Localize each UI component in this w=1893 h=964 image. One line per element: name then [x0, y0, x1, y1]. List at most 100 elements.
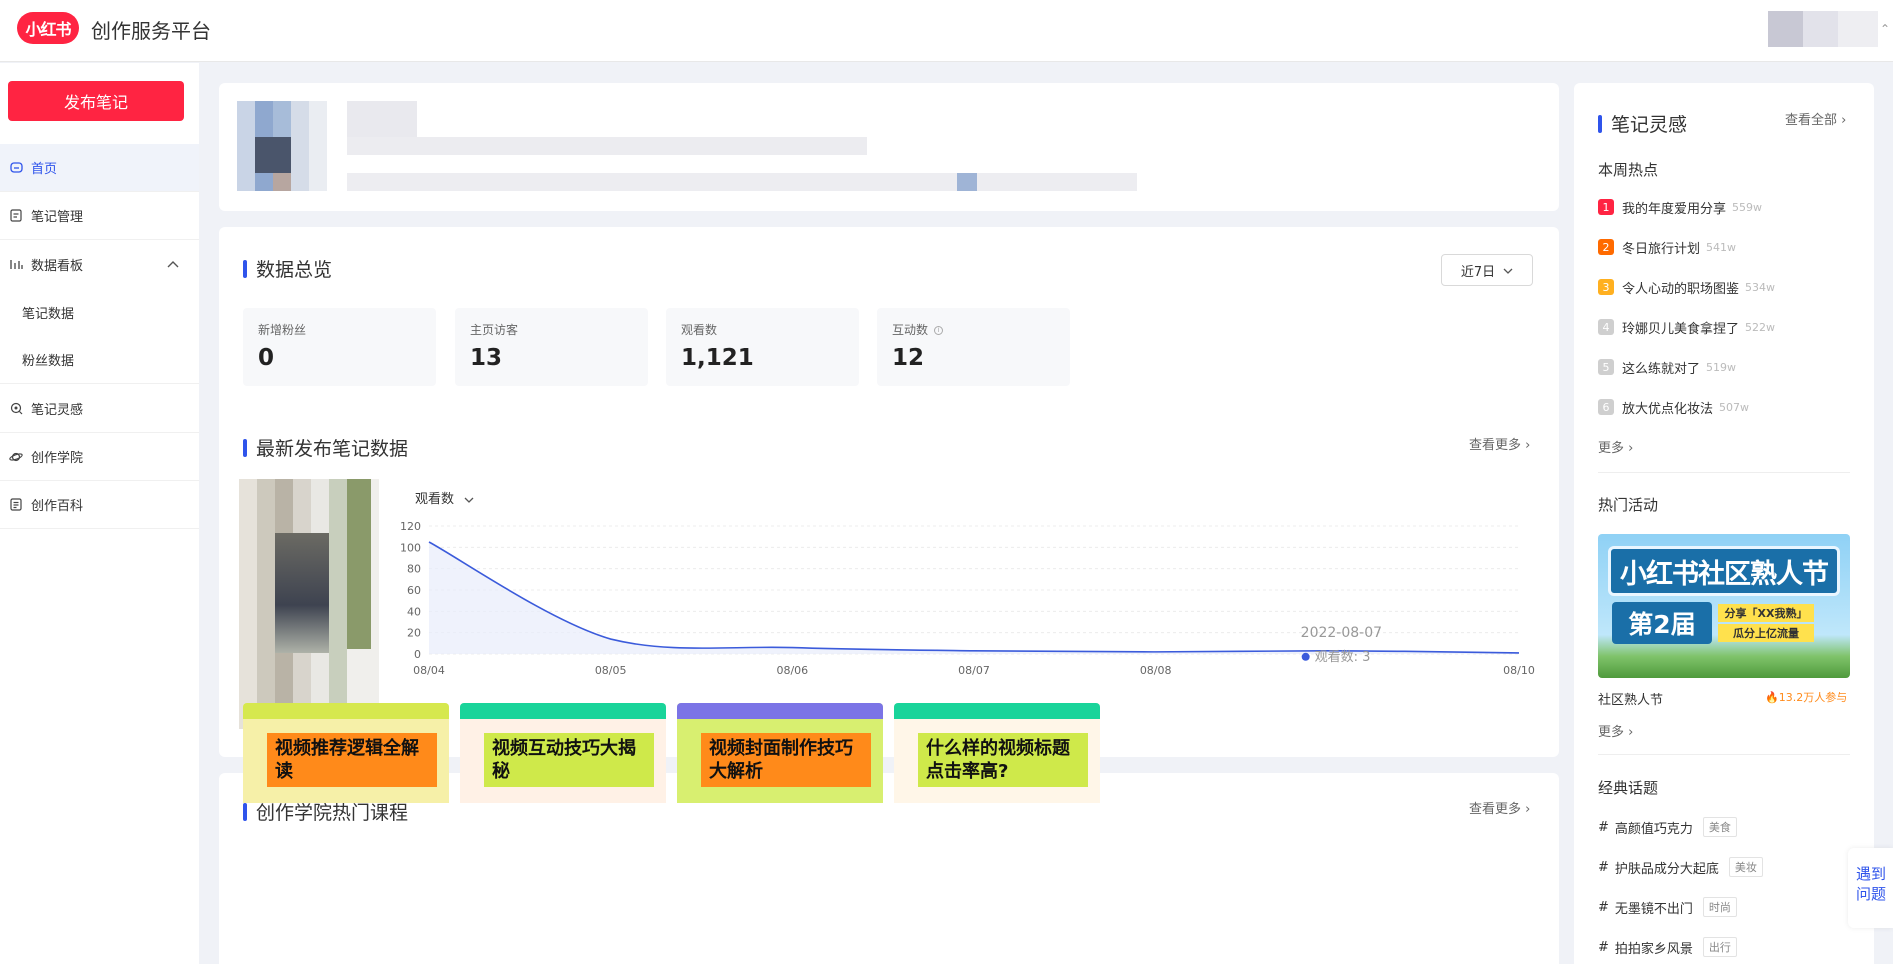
data-overview-card: 数据总览 近7日 新增粉丝 0 主页访客 13 观看数 1,121 互动数 i … — [219, 227, 1559, 757]
hot-topic-item[interactable]: 5 这么练就对了 519w — [1598, 357, 1736, 377]
sidebar-item-label: 笔记管理 — [31, 210, 84, 225]
stat-new-fans: 新增粉丝 0 — [243, 308, 436, 386]
classic-topic-item[interactable]: # 拍拍家乡风景 出行 — [1598, 937, 1737, 957]
view-all-text: 查看全部 — [1785, 113, 1838, 128]
chevron-down-icon — [1503, 263, 1513, 278]
academy-more-link[interactable]: 查看更多 › — [1469, 798, 1530, 817]
latest-note-title: 最新发布笔记数据 — [243, 434, 408, 461]
hot-topic-text: 这么练就对了 — [1622, 361, 1701, 377]
rank-badge: 1 — [1598, 199, 1614, 215]
course-title: 视频推荐逻辑全解读 — [267, 733, 437, 787]
activity-banner-badge: 瓜分上亿流量 — [1718, 624, 1814, 642]
topic-text: 护肤品成分大起底 — [1614, 861, 1719, 877]
y-tick-label: 40 — [407, 605, 421, 618]
chevron-up-icon[interactable] — [167, 257, 179, 271]
stat-interactions: 互动数 i 12 — [877, 308, 1070, 386]
course-stripe — [677, 703, 883, 719]
idea-icon — [9, 402, 23, 416]
latest-note-more-link[interactable]: 查看更多 › — [1469, 434, 1530, 453]
more-link-text: 查看更多 — [1469, 802, 1522, 817]
help-float-button[interactable]: 遇到问题 — [1848, 848, 1893, 928]
book-icon — [9, 498, 23, 512]
sidebar-item-label: 笔记数据 — [22, 306, 75, 322]
sidebar-item-home[interactable]: 首页 — [0, 144, 199, 192]
profile-name — [347, 101, 417, 137]
hot-topic-text: 冬日旅行计划 — [1622, 241, 1701, 257]
sidebar-item-label: 粉丝数据 — [22, 354, 75, 369]
inspiration-title-text: 笔记灵感 — [1611, 114, 1688, 136]
sidebar-item-fan-data[interactable]: 粉丝数据 — [0, 336, 199, 384]
classic-topic-item[interactable]: # 护肤品成分大起底 美妆 — [1598, 857, 1763, 877]
sidebar-item-inspiration[interactable]: 笔记灵感 — [0, 385, 199, 433]
y-tick-label: 80 — [407, 563, 421, 576]
topic-tag: 美妆 — [1728, 857, 1763, 877]
sidebar-item-dashboard[interactable]: 数据看板 — [0, 240, 199, 288]
hot-topic-text: 放大优点化妆法 — [1622, 401, 1714, 417]
hot-topic-item[interactable]: 2 冬日旅行计划 541w — [1598, 237, 1736, 257]
publish-note-button[interactable]: 发布笔记 — [8, 81, 184, 121]
bar-chart-icon — [9, 257, 23, 271]
x-tick-label: 08/05 — [595, 664, 627, 677]
profile-bio-link — [957, 173, 977, 191]
profile-avatar-overlay — [255, 137, 291, 173]
hot-topic-text: 玲娜贝儿美食拿捏了 — [1622, 321, 1740, 337]
sidebar-item-label: 创作学院 — [31, 451, 84, 466]
y-tick-label: 120 — [400, 520, 421, 533]
course-card[interactable]: 视频互动技巧大揭秘 — [460, 703, 666, 803]
chevron-down-icon — [464, 492, 474, 507]
sidebar-item-label: 首页 — [31, 162, 58, 177]
hot-topics-more-link[interactable]: 更多 › — [1598, 437, 1633, 456]
activity-more-link[interactable]: 更多 › — [1598, 721, 1633, 740]
rank-badge: 3 — [1598, 279, 1614, 295]
sidebar-item-wiki[interactable]: 创作百科 — [0, 481, 199, 529]
more-link-text: 更多 — [1598, 725, 1625, 740]
activity-name[interactable]: 社区熟人节 — [1598, 689, 1663, 708]
chevron-down-icon[interactable]: ⌃ — [1880, 22, 1890, 36]
inspiration-view-all-link[interactable]: 查看全部 › — [1785, 109, 1846, 128]
activity-banner-badge: 分享「XX我熟」 — [1718, 604, 1814, 622]
hot-topic-item[interactable]: 4 玲娜贝儿美食拿捏了 522w — [1598, 317, 1775, 337]
hot-topic-item[interactable]: 3 令人心动的职场图鉴 534w — [1598, 277, 1775, 297]
note-thumbnail-figure — [275, 533, 329, 653]
hashtag-icon: # — [1598, 819, 1609, 835]
course-stripe — [460, 703, 666, 719]
metric-select[interactable]: 观看数 — [415, 488, 474, 507]
x-tick-label: 08/06 — [776, 664, 808, 677]
more-link-text: 查看更多 — [1469, 438, 1522, 453]
course-stripe — [243, 703, 449, 719]
hot-topic-item[interactable]: 1 我的年度爱用分享 559w — [1598, 197, 1762, 217]
course-stripe — [894, 703, 1100, 719]
hashtag-icon: # — [1598, 859, 1609, 875]
activity-banner-title: 小红书社区熟人节 — [1608, 546, 1840, 596]
hot-topic-item[interactable]: 6 放大优点化妆法 507w — [1598, 397, 1749, 417]
rank-badge: 5 — [1598, 359, 1614, 375]
stat-label-text: 互动数 — [892, 323, 929, 337]
sidebar-item-notes[interactable]: 笔记管理 — [0, 192, 199, 240]
x-tick-label: 08/04 — [413, 664, 445, 677]
hashtag-icon: # — [1598, 939, 1609, 955]
topic-tag: 美食 — [1702, 817, 1737, 837]
brand-logo[interactable]: 小红书 — [17, 12, 79, 44]
profile-card — [219, 83, 1559, 211]
date-range-value: 近7日 — [1460, 264, 1496, 280]
sidebar-item-academy[interactable]: 创作学院 — [0, 433, 199, 481]
course-card[interactable]: 视频封面制作技巧大解析 — [677, 703, 883, 803]
date-range-select[interactable]: 近7日 — [1441, 254, 1533, 286]
info-icon[interactable]: i — [933, 326, 943, 335]
topic-text: 拍拍家乡风景 — [1614, 941, 1693, 957]
sidebar-item-note-data[interactable]: 笔记数据 — [0, 288, 199, 336]
classic-topic-item[interactable]: # 无墨镜不出门 时尚 — [1598, 897, 1737, 917]
planet-icon — [9, 450, 23, 464]
more-link-text: 更多 — [1598, 441, 1625, 456]
classic-topic-item[interactable]: # 高颜值巧克力 美食 — [1598, 817, 1737, 837]
hot-topic-count: 507w — [1719, 400, 1750, 414]
x-tick-label: 08/08 — [1140, 664, 1172, 677]
overview-title-text: 数据总览 — [256, 259, 333, 281]
course-card[interactable]: 视频推荐逻辑全解读 — [243, 703, 449, 803]
weekly-hot-title: 本周热点 — [1598, 161, 1659, 179]
activity-banner-image[interactable]: 小红书社区熟人节 第2届 分享「XX我熟」 瓜分上亿流量 — [1598, 534, 1850, 678]
course-title: 什么样的视频标题点击率高? — [918, 733, 1088, 787]
course-card[interactable]: 什么样的视频标题点击率高? — [894, 703, 1100, 803]
course-title: 视频互动技巧大揭秘 — [484, 733, 654, 787]
user-avatar-menu[interactable] — [1768, 11, 1878, 47]
